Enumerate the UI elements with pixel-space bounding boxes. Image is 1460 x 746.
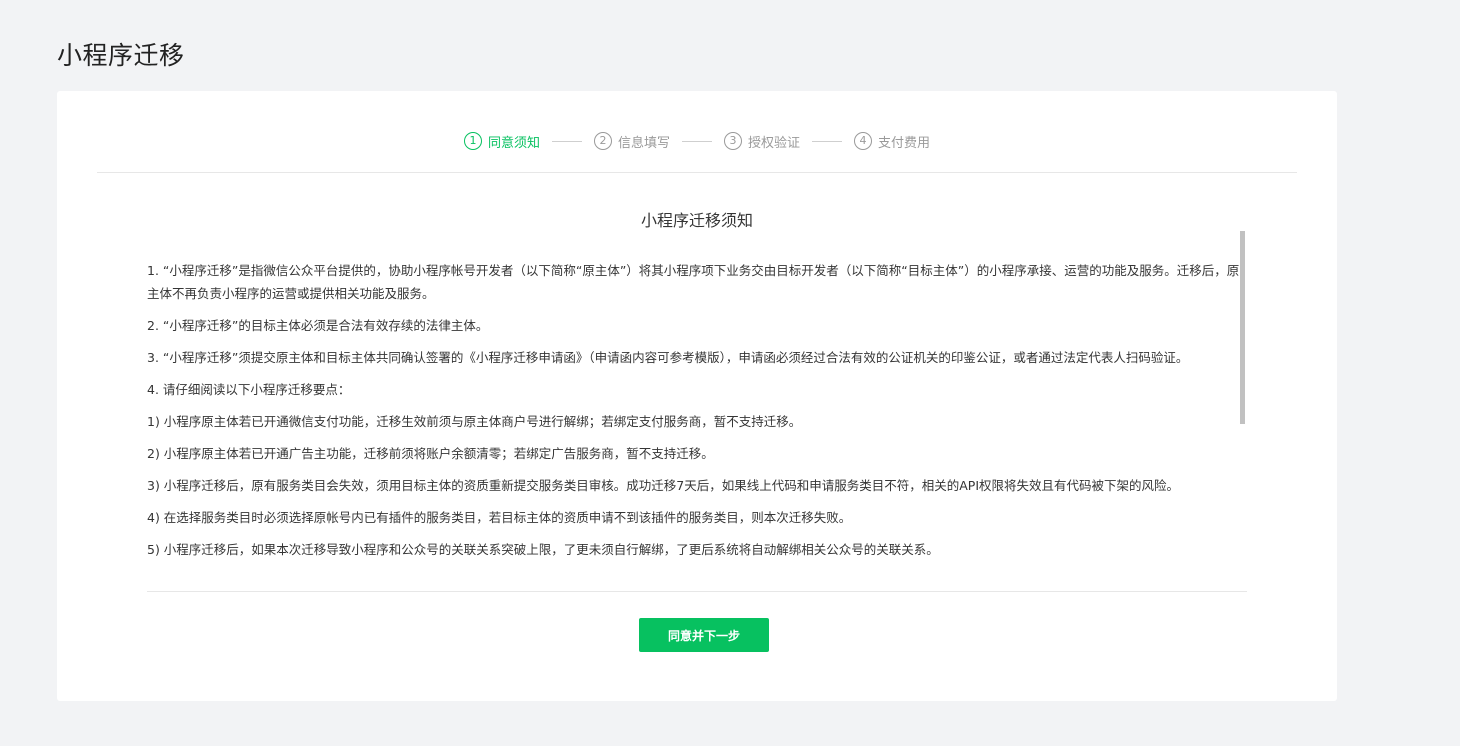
stepper: 1 同意须知 2 信息填写 3 授权验证 4 支付费用 xyxy=(57,129,1337,153)
step-label: 授权验证 xyxy=(748,135,801,151)
divider xyxy=(147,591,1247,592)
step-number: 4 xyxy=(854,132,873,150)
migration-card: 1 同意须知 2 信息填写 3 授权验证 4 支付费用 小程序迁移须知 1. “… xyxy=(57,91,1337,701)
notice-paragraph: 3) 小程序迁移后，原有服务类目会失效，须用目标主体的资质重新提交服务类目审核。… xyxy=(147,478,1180,493)
notice-paragraph: 4) 在选择服务类目时必须选择原帐号内已有插件的服务类目，若目标主体的资质申请不… xyxy=(147,510,852,525)
step-connector xyxy=(682,140,712,142)
step-number: 2 xyxy=(593,132,612,150)
notice-paragraph: 1) 小程序原主体若已开通微信支付功能，迁移生效前须与原主体商户号进行解绑；若绑… xyxy=(147,414,802,429)
notice-paragraph: 5) 小程序迁移后，如果本次迁移导致小程序和公众号的关联关系突破上限，了更未须自… xyxy=(147,542,939,557)
divider xyxy=(97,172,1297,173)
step-number: 1 xyxy=(463,132,482,150)
page-title: 小程序迁移 xyxy=(57,41,185,70)
step-fill-info: 2 信息填写 xyxy=(593,132,670,151)
notice-paragraph: 2) 小程序原主体若已开通广告主功能，迁移前须将账户余额清零；若绑定广告服务商，… xyxy=(147,446,714,461)
step-label: 同意须知 xyxy=(487,135,540,151)
step-label: 支付费用 xyxy=(878,135,931,151)
notice-paragraph: 3. “小程序迁移”须提交原主体和目标主体共同确认签署的《小程序迁移申请函》（申… xyxy=(147,350,1189,365)
step-pay-fee: 4 支付费用 xyxy=(854,132,930,151)
scrollbar-thumb[interactable] xyxy=(1240,231,1245,424)
step-number: 3 xyxy=(724,132,742,150)
step-label: 信息填写 xyxy=(617,135,670,151)
notice-paragraph: 4. 请仔细阅读以下小程序迁移要点： xyxy=(147,382,351,397)
notice-paragraph: 1. “小程序迁移”是指微信公众平台提供的，协助小程序帐号开发者（以下简称“原主… xyxy=(147,263,1240,301)
step-connector xyxy=(551,140,582,142)
step-connector xyxy=(812,140,843,142)
step-agree-notice: 1 同意须知 xyxy=(463,132,540,151)
agree-next-button[interactable]: 同意并下一步 xyxy=(639,618,769,652)
notice-paragraph: 2. “小程序迁移”的目标主体必须是合法有效存续的法律主体。 xyxy=(147,318,489,333)
notice-title: 小程序迁移须知 xyxy=(640,211,753,230)
step-authorize-verify: 3 授权验证 xyxy=(724,132,800,151)
notice-scroll-area[interactable]: 1. “小程序迁移”是指微信公众平台提供的，协助小程序帐号开发者（以下简称“原主… xyxy=(147,259,1247,591)
